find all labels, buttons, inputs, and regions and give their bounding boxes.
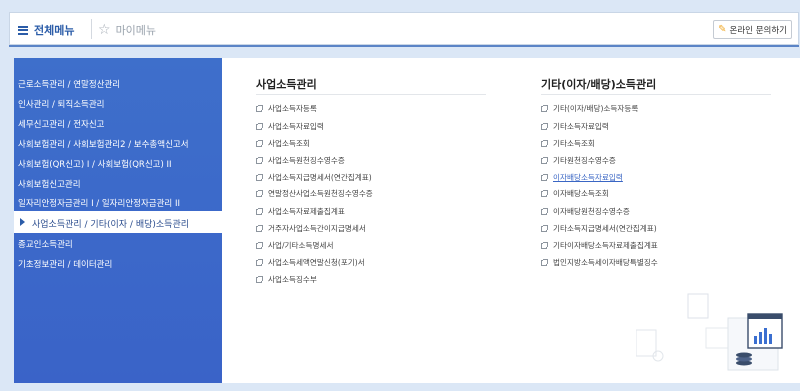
hamburger-icon bbox=[18, 25, 28, 35]
external-link-icon bbox=[256, 241, 263, 249]
link-other-income-register[interactable]: 기타(이자/배당)소득자등록 bbox=[541, 103, 638, 114]
sidebar-item-job-stability-fund[interactable]: 일자리안정자금관리 I / 일자리안정자금관리 II bbox=[18, 197, 180, 209]
external-link-icon bbox=[256, 258, 263, 266]
external-link-icon bbox=[541, 173, 548, 181]
external-link-icon bbox=[256, 173, 263, 181]
link-other-interest-submission-summary[interactable]: 기타이자배당소득자료제출집계표 bbox=[541, 240, 658, 251]
divider bbox=[256, 94, 486, 95]
star-icon: ☆ bbox=[98, 21, 111, 38]
link-business-tax-application[interactable]: 사업소득세액연말신청(포기)서 bbox=[256, 257, 365, 268]
business-income-title: 사업소득관리 bbox=[256, 78, 317, 91]
divider bbox=[91, 19, 92, 39]
link-business-withholding-receipt[interactable]: 사업소득원천징수영수증 bbox=[256, 155, 345, 166]
link-business-submission-summary[interactable]: 사업소득자료제출집계표 bbox=[256, 206, 345, 217]
report-illustration bbox=[636, 293, 783, 371]
link-other-income-data-entry[interactable]: 기타소득자료입력 bbox=[541, 121, 609, 132]
external-link-icon bbox=[256, 224, 263, 232]
external-link-icon bbox=[256, 189, 263, 197]
external-link-icon bbox=[541, 156, 548, 164]
external-link-icon bbox=[256, 156, 263, 164]
online-inquiry-button[interactable]: ✎ 온라인 문의하기 bbox=[713, 20, 792, 39]
link-business-collection-ledger[interactable]: 사업소득징수부 bbox=[256, 274, 317, 285]
link-corporate-local-tax-collection[interactable]: 법인지방소득세이자배당특별징수 bbox=[541, 257, 658, 268]
sidebar-item-basic-info[interactable]: 기초정보관리 / 데이터관리 bbox=[18, 258, 112, 270]
external-link-icon bbox=[541, 139, 548, 147]
sidebar-item-earned-income[interactable]: 근로소득관리 / 연말정산관리 bbox=[18, 78, 120, 90]
link-interest-dividend-inquiry[interactable]: 이자배당소득조회 bbox=[541, 188, 609, 199]
other-income-title: 기타(이자/배당)소득관리 bbox=[541, 78, 657, 91]
external-link-icon bbox=[541, 241, 548, 249]
link-business-income-inquiry[interactable]: 사업소득조회 bbox=[256, 138, 310, 149]
top-menu-bar: 전체메뉴 ☆ 마이메뉴 ✎ 온라인 문의하기 bbox=[9, 12, 799, 45]
sidebar-item-social-insurance[interactable]: 사회보험관리 / 사회보험관리2 / 보수총액신고서 bbox=[18, 138, 189, 150]
external-link-icon bbox=[256, 122, 263, 130]
sidebar-item-tax-filing[interactable]: 세무신고관리 / 전자신고 bbox=[18, 118, 104, 130]
sidebar-item-religious-income[interactable]: 종교인소득관리 bbox=[18, 238, 73, 250]
link-business-income-register[interactable]: 사업소득자등록 bbox=[256, 103, 317, 114]
all-menu-label: 전체메뉴 bbox=[34, 24, 75, 37]
external-link-icon bbox=[256, 275, 263, 283]
external-link-icon bbox=[541, 258, 548, 266]
my-menu-button[interactable]: ☆ 마이메뉴 bbox=[98, 22, 156, 38]
link-business-other-statement[interactable]: 사업/기타소득명세서 bbox=[256, 240, 333, 251]
link-interest-dividend-withholding[interactable]: 이자배당원천징수영수증 bbox=[541, 206, 630, 217]
header-underline bbox=[9, 45, 799, 47]
sidebar-item-business-income[interactable]: 사업소득관리 / 기타(이자 / 배당)소득관리 bbox=[32, 217, 189, 230]
all-menu-button[interactable]: 전체메뉴 bbox=[18, 22, 74, 38]
link-resident-simplified-statement[interactable]: 거주자사업소득간이지급명세서 bbox=[256, 223, 366, 234]
pencil-icon: ✎ bbox=[718, 24, 727, 35]
triangle-right-icon bbox=[20, 218, 25, 226]
link-other-income-inquiry[interactable]: 기타소득조회 bbox=[541, 138, 595, 149]
external-link-icon bbox=[256, 104, 263, 112]
external-link-icon bbox=[256, 207, 263, 215]
external-link-icon bbox=[541, 104, 548, 112]
divider bbox=[541, 94, 771, 95]
sidebar-item-hr[interactable]: 인사관리 / 퇴직소득관리 bbox=[18, 98, 104, 110]
link-other-payment-statement[interactable]: 기타소득지급명세서(연간집계표) bbox=[541, 223, 657, 234]
link-interest-dividend-data-entry[interactable]: 이자배당소득자료입력 bbox=[541, 172, 623, 183]
sidebar-item-social-insurance-qr[interactable]: 사회보험(QR신고) I / 사회보험(QR신고) II bbox=[18, 158, 172, 170]
external-link-icon bbox=[541, 224, 548, 232]
link-yearend-business-withholding[interactable]: 연말정산사업소득원천징수영수증 bbox=[256, 188, 373, 199]
external-link-icon bbox=[541, 189, 548, 197]
external-link-icon bbox=[541, 207, 548, 215]
link-other-withholding-receipt[interactable]: 기타원천징수영수증 bbox=[541, 155, 616, 166]
external-link-icon bbox=[541, 122, 548, 130]
link-business-income-data-entry[interactable]: 사업소득자료입력 bbox=[256, 121, 324, 132]
external-link-icon bbox=[256, 139, 263, 147]
link-business-payment-statement[interactable]: 사업소득지급명세서(연간집계표) bbox=[256, 172, 372, 183]
my-menu-label: 마이메뉴 bbox=[115, 24, 157, 37]
sidebar-item-social-insurance-report[interactable]: 사회보험신고관리 bbox=[18, 178, 81, 190]
online-inquiry-label: 온라인 문의하기 bbox=[729, 25, 787, 36]
